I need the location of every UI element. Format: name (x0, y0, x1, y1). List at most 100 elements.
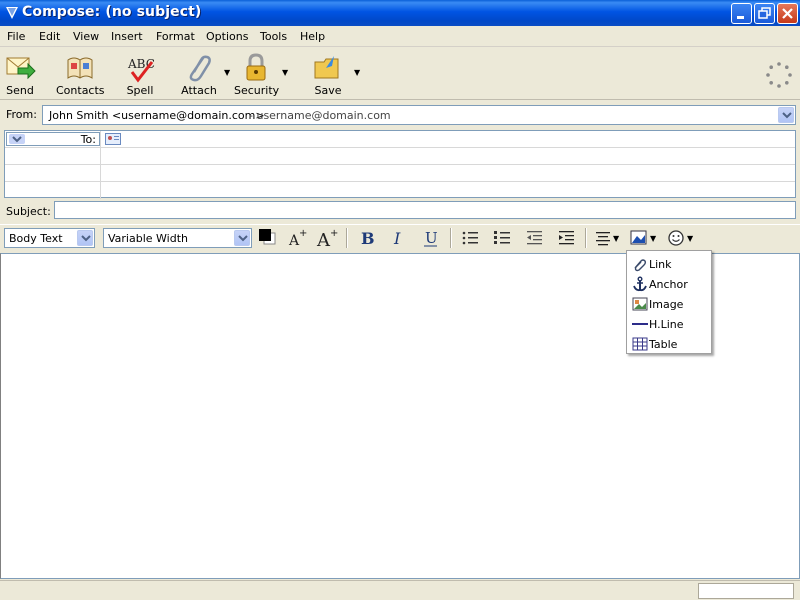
increase-font-size-button[interactable]: A + (316, 227, 338, 249)
save-button[interactable]: Save (310, 50, 346, 98)
security-button[interactable]: Security (234, 50, 280, 98)
attach-dropdown-arrow[interactable]: ▼ (224, 68, 230, 77)
minimize-button[interactable] (731, 3, 752, 24)
minimize-icon (737, 16, 744, 19)
menu-edit[interactable]: Edit (39, 30, 60, 43)
menu-options[interactable]: Options (206, 30, 248, 43)
menu-view[interactable]: View (73, 30, 99, 43)
smiley-button[interactable] (665, 227, 687, 249)
status-panel (698, 583, 794, 599)
smiley-icon (668, 230, 684, 246)
insert-table-label: Table (649, 338, 678, 351)
insert-hline-item[interactable]: H.Line (629, 314, 711, 334)
close-button[interactable] (777, 3, 798, 24)
italic-button[interactable]: I (388, 227, 410, 249)
chevron-down-icon (782, 112, 792, 119)
attach-button[interactable]: Attach (178, 50, 220, 98)
underline-button[interactable]: U (420, 227, 442, 249)
insert-link-label: Link (649, 258, 672, 271)
insert-hline-label: H.Line (649, 318, 684, 331)
insert-anchor-item[interactable]: Anchor (629, 274, 711, 294)
recipient-type-dropdown[interactable] (9, 134, 25, 144)
from-dropdown-button[interactable] (778, 107, 794, 123)
svg-text:+: + (330, 228, 338, 239)
underline-icon: U (424, 229, 438, 247)
chevron-down-icon (81, 235, 91, 242)
close-icon (782, 8, 793, 19)
from-identity: John Smith <username@domain.com> (49, 109, 265, 122)
table-icon (632, 337, 648, 351)
menu-file[interactable]: File (7, 30, 25, 43)
bold-icon: B (361, 229, 375, 248)
recipient-row[interactable] (5, 148, 795, 165)
indent-button[interactable] (555, 227, 577, 249)
spell-label: Spell (126, 84, 154, 97)
menu-tools[interactable]: Tools (260, 30, 287, 43)
subject-label: Subject: (6, 205, 51, 218)
svg-text:A: A (316, 230, 331, 249)
title-bar[interactable]: Compose: (no subject) (0, 0, 800, 26)
image-icon (632, 297, 648, 311)
recipient-type-select[interactable]: To: (6, 132, 100, 146)
format-toolbar: Body Text Variable Width A+ A+ B I U ▼ (0, 224, 800, 252)
chevron-down-icon (238, 235, 248, 242)
paragraph-style-select[interactable]: Body Text (4, 228, 95, 248)
align-center-icon (596, 232, 610, 246)
menu-help[interactable]: Help (300, 30, 325, 43)
spell-button[interactable]: ABC Spell (120, 50, 160, 98)
menu-insert[interactable]: Insert (111, 30, 143, 43)
outdent-button[interactable] (523, 227, 545, 249)
numbered-list-button[interactable] (491, 227, 513, 249)
insert-link-item[interactable]: Link (629, 254, 711, 274)
decrease-font-size-button[interactable]: A + (286, 227, 308, 249)
maximize-button[interactable] (754, 3, 775, 24)
smiley-dropdown-arrow[interactable]: ▼ (687, 234, 693, 243)
insert-image-icon (630, 230, 647, 245)
status-bar (0, 580, 800, 600)
from-account: - username@domain.com (249, 109, 391, 122)
save-folder-icon (314, 56, 339, 79)
window-title: Compose: (no subject) (22, 4, 202, 20)
from-label: From: (6, 108, 37, 121)
recipient-row[interactable] (5, 182, 795, 199)
activity-throbber-icon (766, 62, 792, 88)
address-book-icon (67, 57, 93, 79)
insert-image-item[interactable]: Image (629, 294, 711, 314)
attach-label: Attach (181, 84, 217, 97)
security-dropdown-arrow[interactable]: ▼ (282, 68, 288, 77)
menu-bar: File Edit View Insert Format Options Too… (0, 26, 800, 47)
save-label: Save (314, 84, 342, 97)
spell-check-icon: ABC (127, 57, 155, 83)
security-label: Security (234, 84, 280, 97)
align-dropdown-arrow[interactable]: ▼ (613, 234, 619, 243)
save-dropdown-arrow[interactable]: ▼ (354, 68, 360, 77)
anchor-icon (633, 276, 647, 292)
outdent-icon (527, 231, 542, 245)
svg-text:+: + (299, 228, 307, 239)
text-color-button[interactable] (257, 227, 279, 249)
insert-dropdown-arrow[interactable]: ▼ (650, 234, 656, 243)
align-button[interactable] (592, 227, 614, 249)
svg-text:U: U (425, 229, 438, 247)
send-label: Send (6, 84, 34, 97)
restore-icon (758, 7, 771, 19)
insert-object-button[interactable] (628, 227, 650, 249)
send-button[interactable]: Send (2, 50, 38, 98)
svg-text:I: I (393, 229, 401, 248)
insert-table-item[interactable]: Table (629, 334, 711, 354)
subject-input[interactable] (54, 201, 796, 219)
from-account-select[interactable]: John Smith <username@domain.com> - usern… (42, 105, 796, 125)
recipient-row[interactable]: To: (5, 131, 795, 148)
bullet-list-icon (462, 231, 478, 245)
bold-button[interactable]: B (356, 227, 378, 249)
send-icon (6, 57, 36, 80)
main-toolbar: Send Contacts ABC Spell Attach ▼ Securit… (0, 48, 800, 100)
menu-format[interactable]: Format (156, 30, 195, 43)
contacts-button[interactable]: Contacts (56, 50, 105, 98)
font-value: Variable Width (108, 232, 188, 245)
bulleted-list-button[interactable] (459, 227, 481, 249)
font-select[interactable]: Variable Width (103, 228, 252, 248)
toolbar-separator (450, 228, 452, 248)
recipients-list[interactable]: To: (4, 130, 796, 199)
recipient-row[interactable] (5, 165, 795, 182)
